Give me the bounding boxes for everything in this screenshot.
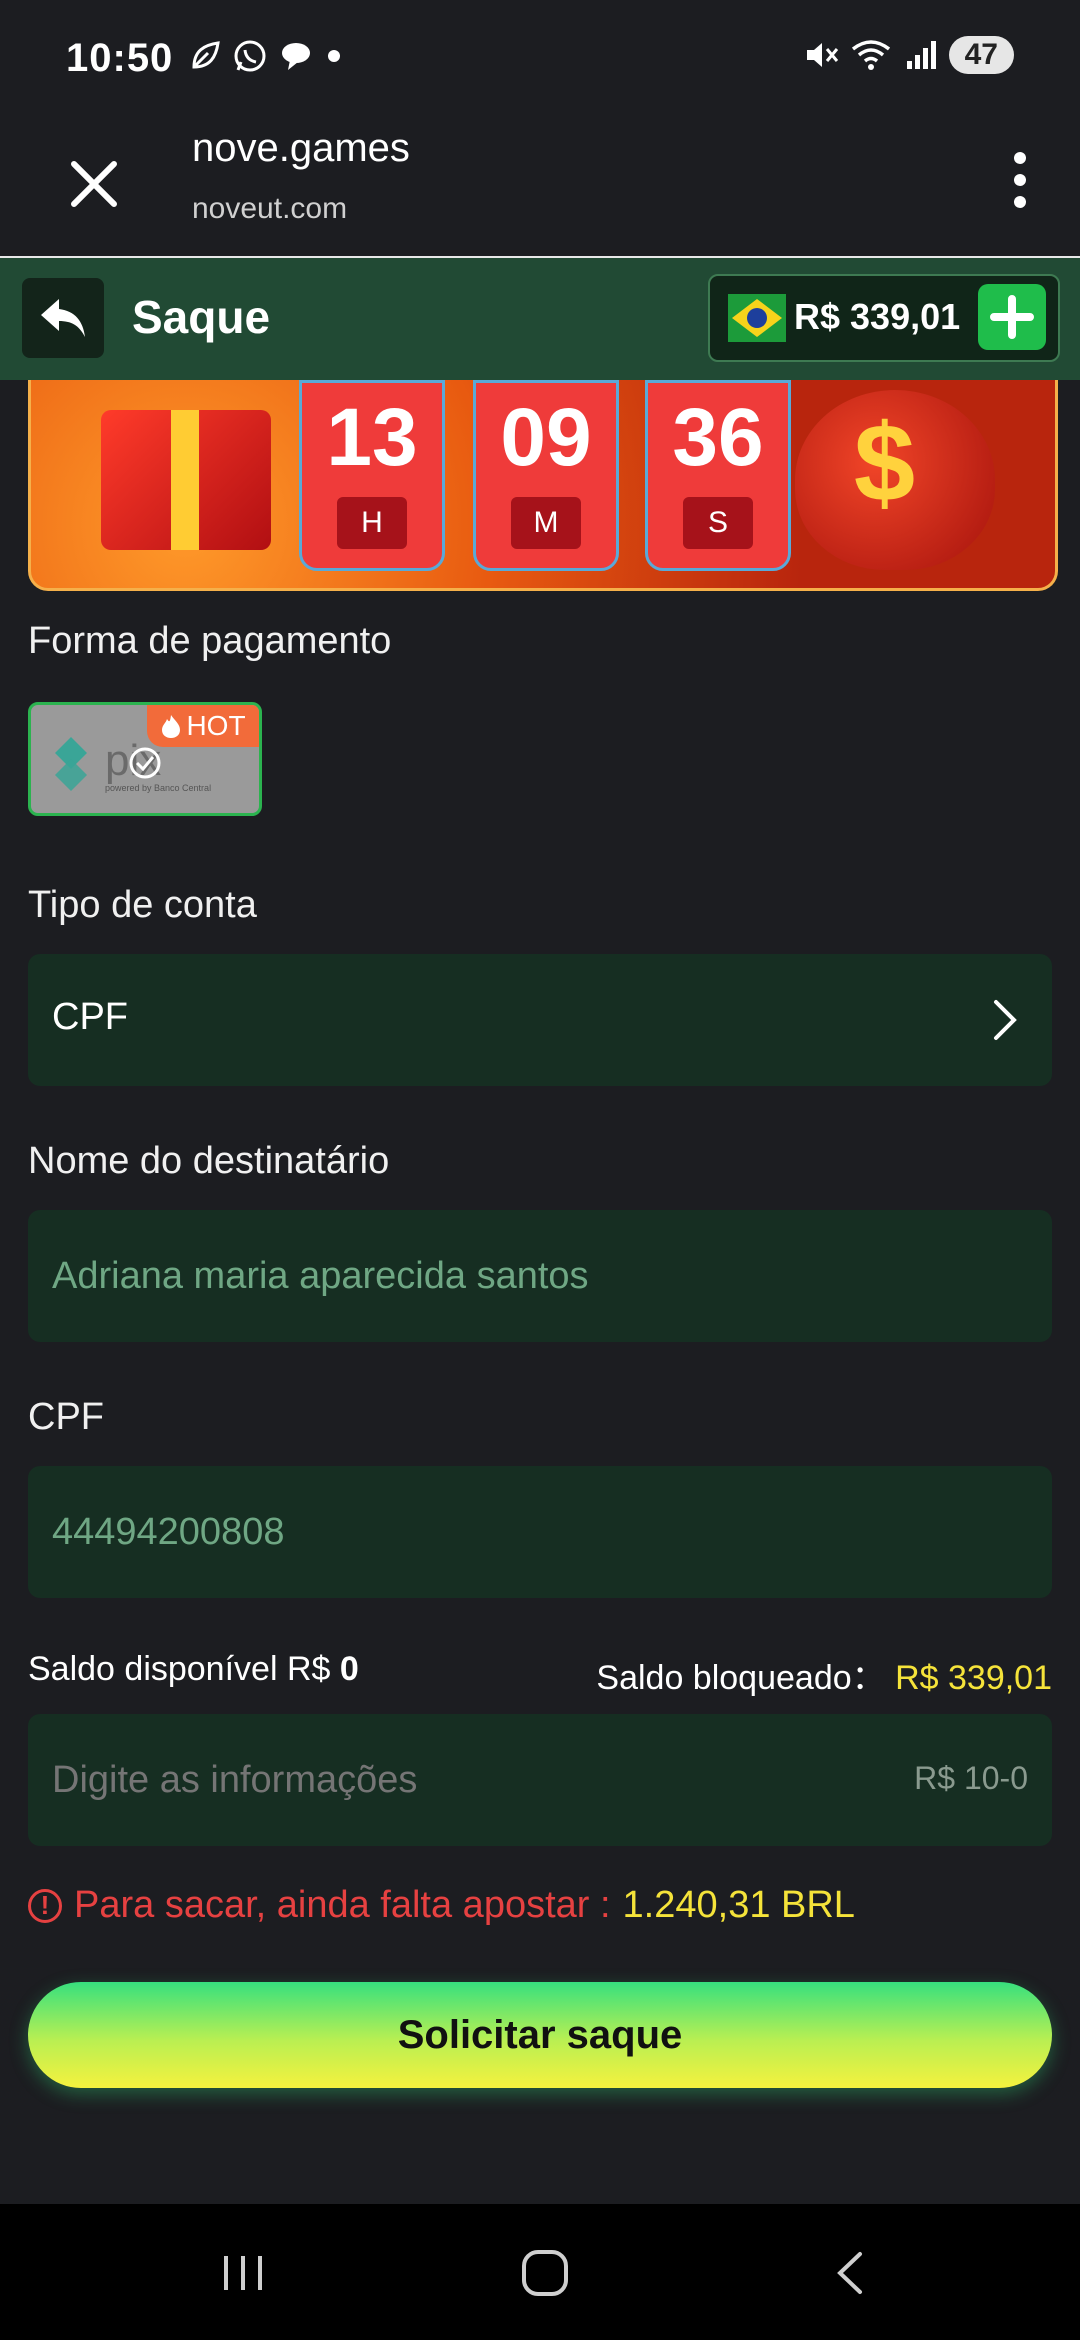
recipient-name-label: Nome do destinatário	[28, 1140, 390, 1182]
available-balance-value: 0	[339, 1650, 359, 1688]
fire-icon	[162, 715, 181, 738]
app-header: Saque R$ 339,01	[0, 258, 1080, 380]
amount-range-hint: R$ 10-0	[914, 1760, 1028, 1796]
site-title: nove.games	[192, 126, 410, 170]
leaf-icon	[192, 41, 220, 69]
account-type-select[interactable]: CPF	[28, 954, 1052, 1086]
plus-icon	[990, 295, 1034, 339]
system-nav-bar	[0, 2204, 1080, 2340]
countdown-hours-label: H	[337, 497, 407, 549]
more-options-icon[interactable]	[1010, 150, 1030, 210]
amount-field[interactable]: R$ 10-0	[28, 1714, 1052, 1846]
wager-warning-amount: 1.240,31 BRL	[622, 1884, 855, 1926]
browser-toolbar: nove.games noveut.com	[0, 120, 1080, 259]
mute-icon	[806, 43, 838, 67]
alert-icon: !	[28, 1888, 62, 1923]
account-type-value: CPF	[52, 996, 128, 1038]
countdown-seconds-label: S	[683, 497, 753, 549]
dot-icon	[328, 50, 340, 62]
countdown-seconds-value: 36	[672, 392, 764, 483]
site-url: noveut.com	[192, 192, 348, 225]
blocked-balance-value: R$ 339,01	[895, 1659, 1052, 1697]
account-type-label: Tipo de conta	[28, 884, 257, 926]
available-balance: Saldo disponível R$ 0	[28, 1650, 359, 1689]
blocked-balance: Saldo bloqueado： R$ 339,01	[596, 1650, 1052, 1699]
request-withdrawal-button[interactable]: Solicitar saque	[28, 1982, 1052, 2088]
gift-box-icon	[101, 410, 271, 550]
recipient-name-input[interactable]	[52, 1244, 952, 1308]
close-icon[interactable]	[64, 154, 124, 214]
cpf-label: CPF	[28, 1396, 104, 1438]
chevron-right-icon	[994, 1000, 1017, 1040]
whatsapp-icon	[234, 40, 266, 72]
promo-banner[interactable]: $ 13 H 09 M 36 S	[28, 380, 1058, 591]
status-time: 10:50	[66, 36, 174, 80]
balance-info-row: Saldo disponível R$ 0 Saldo bloqueado： R…	[28, 1650, 1052, 1697]
countdown-minutes-label: M	[511, 497, 581, 549]
recent-apps-icon[interactable]	[218, 2248, 268, 2298]
cpf-field[interactable]	[28, 1466, 1052, 1598]
cpf-input[interactable]	[52, 1500, 952, 1564]
home-icon[interactable]	[520, 2248, 570, 2298]
battery-indicator: 47	[948, 36, 1014, 74]
wager-warning: ! Para sacar, ainda falta apostar : 1.24…	[28, 1884, 855, 1927]
hot-badge: HOT	[147, 705, 259, 747]
notification-icons	[188, 38, 344, 74]
brazil-flag-icon	[728, 294, 786, 342]
dollar-sign-icon: $	[853, 402, 915, 525]
countdown-minutes: 09 M	[473, 380, 619, 571]
countdown-minutes-value: 09	[500, 392, 592, 483]
wager-warning-text: Para sacar, ainda falta apostar :	[74, 1884, 611, 1926]
page-title: Saque	[132, 291, 271, 343]
back-nav-icon[interactable]	[826, 2248, 876, 2298]
recipient-name-field[interactable]	[28, 1210, 1052, 1342]
payment-method-label: Forma de pagamento	[28, 620, 392, 662]
amount-input[interactable]	[52, 1748, 852, 1812]
countdown-hours-value: 13	[326, 392, 418, 483]
back-button[interactable]	[22, 278, 104, 358]
countdown-hours: 13 H	[299, 380, 445, 571]
pix-tagline: powered by Banco Central	[105, 783, 211, 793]
countdown-seconds: 36 S	[645, 380, 791, 571]
balance-box: R$ 339,01	[708, 274, 1060, 362]
wifi-icon	[851, 40, 890, 70]
status-bar: 10:50 47	[0, 0, 1080, 120]
balance-amount: R$ 339,01	[794, 296, 961, 337]
blocked-balance-label: Saldo bloqueado：	[596, 1659, 886, 1697]
deposit-button[interactable]	[978, 284, 1046, 350]
back-arrow-icon	[41, 299, 85, 337]
signal-icon	[906, 41, 936, 69]
system-icons: 47	[803, 36, 1014, 74]
chat-icon	[282, 43, 310, 70]
hot-badge-text: HOT	[186, 710, 246, 741]
pix-payment-option[interactable]: pix powered by Banco Central HOT	[28, 702, 262, 816]
available-balance-label: Saldo disponível R$	[28, 1650, 331, 1688]
